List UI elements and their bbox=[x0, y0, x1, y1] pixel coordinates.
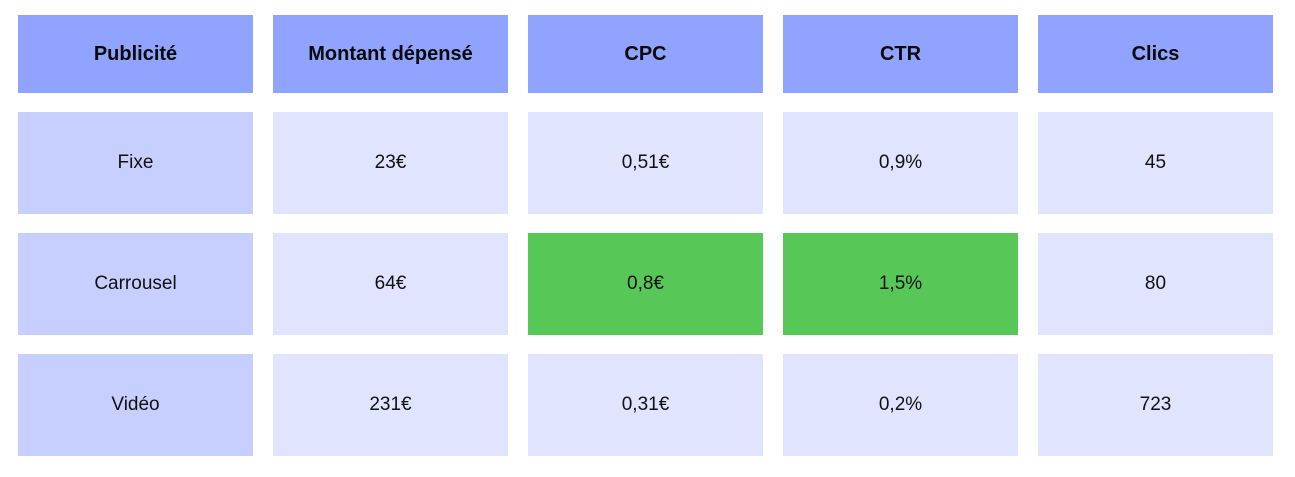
table-cell: 64€ bbox=[273, 233, 508, 335]
table-cell: 231€ bbox=[273, 354, 508, 456]
header-cell-cpc: CPC bbox=[528, 15, 763, 93]
table-cell: 723 bbox=[1038, 354, 1273, 456]
table-cell: 23€ bbox=[273, 112, 508, 214]
header-cell-publicite: Publicité bbox=[18, 15, 253, 93]
row-label-fixe: Fixe bbox=[18, 112, 253, 214]
header-cell-montant-depense: Montant dépensé bbox=[273, 15, 508, 93]
table-cell: 0,31€ bbox=[528, 354, 763, 456]
highlighted-cell-cpc: 0,8€ bbox=[528, 233, 763, 335]
table-cell: 0,51€ bbox=[528, 112, 763, 214]
table-cell: 0,9% bbox=[783, 112, 1018, 214]
table-cell: 80 bbox=[1038, 233, 1273, 335]
table-cell: 45 bbox=[1038, 112, 1273, 214]
ad-performance-table: Publicité Montant dépensé CPC CTR Clics … bbox=[18, 15, 1273, 456]
header-cell-ctr: CTR bbox=[783, 15, 1018, 93]
table-cell: 0,2% bbox=[783, 354, 1018, 456]
header-cell-clics: Clics bbox=[1038, 15, 1273, 93]
row-label-video: Vidéo bbox=[18, 354, 253, 456]
row-label-carrousel: Carrousel bbox=[18, 233, 253, 335]
highlighted-cell-ctr: 1,5% bbox=[783, 233, 1018, 335]
